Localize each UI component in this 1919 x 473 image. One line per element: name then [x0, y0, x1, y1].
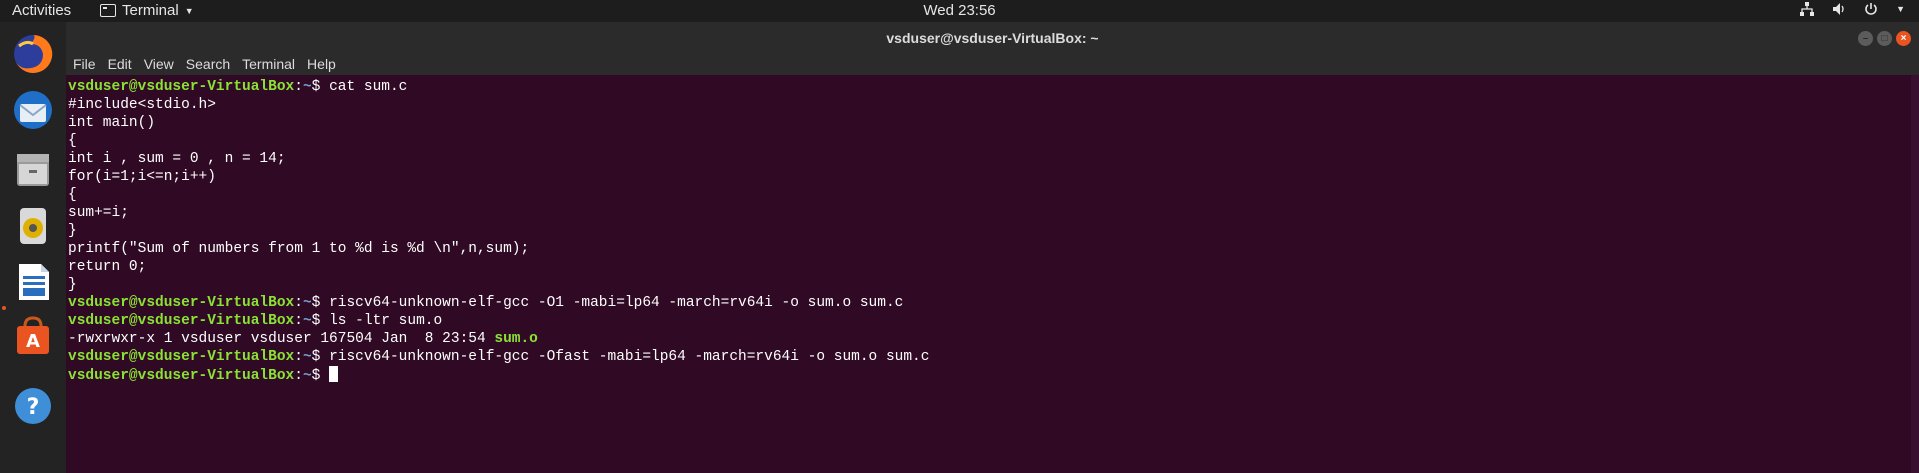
chevron-down-icon: ▼: [184, 5, 194, 16]
prompt-path: ~: [302, 368, 312, 384]
prompt-symbol: $: [311, 368, 330, 384]
code-line: int main(): [68, 115, 156, 131]
terminal-icon: [100, 4, 116, 17]
prompt-symbol: $: [311, 313, 330, 329]
chevron-down-icon: ▼: [1896, 4, 1905, 14]
prompt-user: vsduser@vsduser-VirtualBox: [68, 295, 295, 311]
code-line: }: [68, 223, 77, 239]
activities-button[interactable]: Activities: [12, 2, 71, 19]
prompt-separator: :: [294, 313, 303, 329]
prompt-symbol: $: [311, 295, 330, 311]
code-line: printf("Sum of numbers from 1 to %d is %…: [68, 241, 530, 257]
code-line: }: [68, 277, 77, 293]
code-line: return 0;: [68, 259, 147, 275]
terminal-line: vsduser@vsduser-VirtualBox:~$ riscv64-un…: [68, 348, 929, 366]
command-text: riscv64-unknown-elf-gcc -O1 -mabi=lp64 -…: [329, 295, 904, 311]
menu-edit[interactable]: Edit: [103, 54, 137, 75]
close-button[interactable]: ×: [1896, 31, 1911, 46]
app-menu[interactable]: Terminal ▼: [100, 2, 194, 19]
prompt-separator: :: [294, 349, 303, 365]
dock: A ?: [0, 22, 66, 473]
text-cursor: [329, 366, 339, 382]
files-icon[interactable]: [9, 146, 57, 194]
terminal-line: vsduser@vsduser-VirtualBox:~$ cat sum.c: [68, 78, 929, 96]
running-indicator: [2, 306, 6, 310]
svg-text:?: ?: [27, 395, 40, 420]
power-icon: [1865, 3, 1877, 15]
code-line: sum+=i;: [68, 205, 129, 221]
ls-output-line: -rwxrwxr-x 1 vsduser vsduser 167504 Jan …: [68, 330, 929, 348]
network-icon: [1800, 2, 1815, 16]
top-bar: Activities Terminal ▼ Wed 23:56 ▼: [0, 0, 1919, 22]
prompt-symbol: $: [311, 79, 330, 95]
software-icon[interactable]: A: [9, 312, 57, 360]
volume-icon: [1833, 3, 1844, 15]
prompt-symbol: $: [311, 349, 330, 365]
scrollbar[interactable]: [1911, 75, 1919, 473]
menu-help[interactable]: Help: [302, 54, 341, 75]
prompt-user: vsduser@vsduser-VirtualBox: [68, 313, 295, 329]
command-text: ls -ltr sum.o: [329, 313, 443, 329]
app-menu-label: Terminal: [122, 2, 179, 19]
firefox-icon[interactable]: [9, 30, 57, 78]
prompt-path: ~: [302, 313, 312, 329]
thunderbird-icon[interactable]: [9, 86, 57, 134]
window-titlebar[interactable]: vsduser@vsduser-VirtualBox: ~ – □ ×: [66, 22, 1919, 54]
prompt-user: vsduser@vsduser-VirtualBox: [68, 349, 295, 365]
menu-search[interactable]: Search: [181, 54, 235, 75]
prompt-path: ~: [302, 349, 312, 365]
terminal-line: vsduser@vsduser-VirtualBox:~$ riscv64-un…: [68, 294, 929, 312]
writer-icon[interactable]: [9, 258, 57, 306]
code-line: #include<stdio.h>: [68, 97, 216, 113]
code-line: {: [68, 187, 77, 203]
command-text: cat sum.c: [329, 79, 408, 95]
minimize-button[interactable]: –: [1858, 31, 1873, 46]
ls-details: -rwxrwxr-x 1 vsduser vsduser 167504 Jan …: [68, 331, 495, 347]
prompt-path: ~: [302, 295, 312, 311]
help-icon[interactable]: ?: [9, 382, 57, 430]
window-controls: – □ ×: [1858, 31, 1911, 46]
clock[interactable]: Wed 23:56: [923, 2, 995, 19]
code-line: {: [68, 133, 77, 149]
terminal-line: vsduser@vsduser-VirtualBox:~$ ls -ltr su…: [68, 312, 929, 330]
maximize-button[interactable]: □: [1877, 31, 1892, 46]
prompt-user: vsduser@vsduser-VirtualBox: [68, 368, 295, 384]
prompt-separator: :: [294, 79, 303, 95]
terminal-output[interactable]: vsduser@vsduser-VirtualBox:~$ cat sum.c #…: [66, 75, 1919, 473]
menu-bar: File Edit View Search Terminal Help: [66, 54, 1919, 75]
prompt-path: ~: [302, 79, 312, 95]
menu-view[interactable]: View: [139, 54, 179, 75]
command-text: riscv64-unknown-elf-gcc -Ofast -mabi=lp6…: [329, 349, 930, 365]
prompt-separator: :: [294, 295, 303, 311]
terminal-line: vsduser@vsduser-VirtualBox:~$: [68, 366, 929, 385]
menu-file[interactable]: File: [68, 54, 101, 75]
code-line: int i , sum = 0 , n = 14;: [68, 151, 286, 167]
window-title: vsduser@vsduser-VirtualBox: ~: [886, 30, 1099, 46]
ls-filename: sum.o: [494, 331, 538, 347]
svg-text:A: A: [26, 331, 40, 352]
prompt-user: vsduser@vsduser-VirtualBox: [68, 79, 295, 95]
rhythmbox-icon[interactable]: [9, 202, 57, 250]
code-line: for(i=1;i<=n;i++): [68, 169, 216, 185]
system-tray[interactable]: ▼: [1800, 2, 1905, 16]
menu-terminal[interactable]: Terminal: [237, 54, 300, 75]
prompt-separator: :: [294, 368, 303, 384]
